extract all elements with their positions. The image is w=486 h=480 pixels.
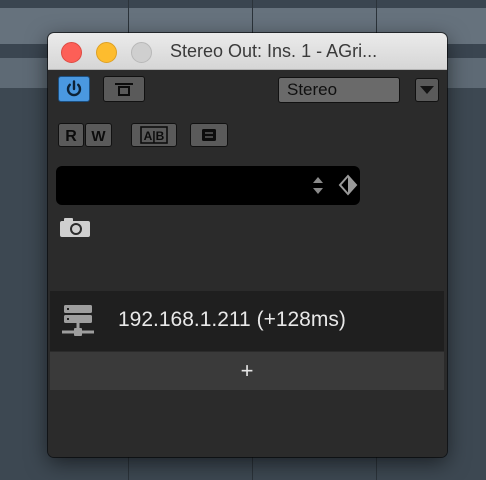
- add-server-button[interactable]: +: [50, 352, 444, 390]
- triangle-down-icon: [420, 86, 434, 94]
- camera-icon[interactable]: [58, 216, 92, 238]
- ab-label: A|B: [144, 129, 165, 143]
- read-automation-button[interactable]: R: [58, 123, 84, 147]
- power-button[interactable]: [58, 76, 90, 102]
- window-title: Stereo Out: Ins. 1 - AGri...: [170, 41, 378, 61]
- write-automation-button[interactable]: W: [85, 123, 112, 147]
- power-icon: [66, 80, 82, 97]
- server-icon: [62, 305, 94, 336]
- channel-mode-select[interactable]: Stereo: [278, 77, 400, 103]
- server-address: 192.168.1.211 (+128ms): [118, 308, 346, 331]
- read-label: R: [65, 128, 77, 145]
- title-bar[interactable]: Stereo Out: Ins. 1 - AGri...: [48, 33, 447, 70]
- plugin-panel: Stereo R W A|B 192.168.1.211 (+128ms) +: [48, 70, 447, 457]
- write-icon: W: [91, 128, 106, 145]
- ab-compare-icon: A|B: [140, 126, 168, 144]
- read-icon: R: [65, 128, 77, 145]
- ab-compare-button[interactable]: A|B: [131, 123, 177, 147]
- zoom-window-button[interactable]: [131, 42, 152, 63]
- bypass-icon: [115, 83, 133, 96]
- server-list-item[interactable]: 192.168.1.211 (+128ms): [50, 291, 444, 351]
- write-label: W: [91, 128, 106, 145]
- channel-mode-dropdown-button[interactable]: [415, 78, 439, 102]
- preset-diamond-icon[interactable]: [338, 174, 358, 196]
- plugin-window: Stereo Out: Ins. 1 - AGri... Stereo R W …: [48, 33, 447, 457]
- preset-browser-field[interactable]: [56, 166, 360, 205]
- minimize-window-button[interactable]: [96, 42, 117, 63]
- stepper-arrows-icon[interactable]: [312, 175, 324, 197]
- close-window-button[interactable]: [61, 42, 82, 63]
- preset-menu-button[interactable]: [190, 123, 228, 147]
- bypass-button[interactable]: [103, 76, 145, 102]
- list-icon: [202, 129, 216, 141]
